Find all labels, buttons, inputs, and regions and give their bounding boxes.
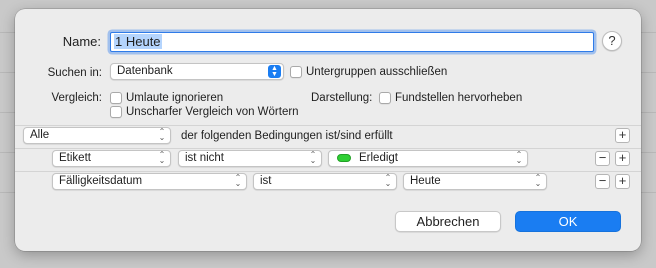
condition-field-popup[interactable]: Fälligkeitsdatum ⌃ ⌄ xyxy=(52,173,247,190)
add-condition-button[interactable]: + xyxy=(615,174,630,189)
chevron-updown-icon: ⌃ ⌄ xyxy=(534,173,542,188)
name-label: Name: xyxy=(62,34,101,49)
condition-field-value: Fälligkeitsdatum xyxy=(59,175,143,187)
chevron-updown-icon: ⌃ ⌄ xyxy=(384,173,392,188)
condition-value-popup[interactable]: Erledigt ⌃ ⌄ xyxy=(328,150,528,167)
condition-operator-popup[interactable]: ist nicht ⌃ ⌄ xyxy=(178,150,322,167)
condition-field-value: Etikett xyxy=(59,152,91,164)
condition-operator-value: ist xyxy=(260,175,272,187)
highlight-occurrences-checkbox[interactable] xyxy=(379,92,391,104)
match-mode-text: der folgenden Bedingungen ist/sind erfül… xyxy=(181,130,393,142)
smart-group-dialog: Name: 1 Heute ? Suchen in: Datenbank ▲ ▼ … xyxy=(15,9,641,251)
add-condition-button[interactable]: + xyxy=(615,128,630,143)
remove-condition-button[interactable]: − xyxy=(595,151,610,166)
exclude-subgroups-checkbox[interactable] xyxy=(290,66,302,78)
fuzzy-compare-label: Unscharfer Vergleich von Wörtern xyxy=(126,106,299,118)
exclude-subgroups-label: Untergruppen ausschließen xyxy=(306,66,448,78)
cancel-button[interactable]: Abbrechen xyxy=(395,211,501,232)
search-in-label: Suchen in: xyxy=(47,67,102,79)
highlight-occurrences-label: Fundstellen hervorheben xyxy=(395,92,523,104)
search-in-popup[interactable]: Datenbank ▲ ▼ xyxy=(110,63,284,80)
chevron-updown-icon: ⌃ ⌄ xyxy=(158,127,166,142)
chevron-updown-icon: ⌃ ⌄ xyxy=(234,173,242,188)
chevron-updown-icon: ⌃ ⌄ xyxy=(309,150,317,165)
ignore-umlauts-label: Umlaute ignorieren xyxy=(126,92,224,104)
display-label: Darstellung: xyxy=(311,92,373,104)
ok-button[interactable]: OK xyxy=(515,211,621,232)
row-divider xyxy=(15,171,641,172)
name-input[interactable]: 1 Heute xyxy=(110,32,594,52)
row-divider xyxy=(15,148,641,149)
search-in-value: Datenbank xyxy=(117,65,173,77)
match-mode-popup[interactable]: Alle ⌃ ⌄ xyxy=(23,127,171,144)
compare-label: Vergleich: xyxy=(51,92,102,104)
name-input-value: 1 Heute xyxy=(114,34,162,49)
fuzzy-compare-checkbox[interactable] xyxy=(110,106,122,118)
condition-operator-popup[interactable]: ist ⌃ ⌄ xyxy=(253,173,397,190)
condition-value: Erledigt xyxy=(359,152,398,164)
condition-operator-value: ist nicht xyxy=(185,152,224,164)
condition-field-popup[interactable]: Etikett ⌃ ⌄ xyxy=(52,150,171,167)
match-mode-value: Alle xyxy=(30,129,50,141)
popup-stepper-icon: ▲ ▼ xyxy=(268,65,281,78)
condition-value: Heute xyxy=(410,175,441,187)
help-button[interactable]: ? xyxy=(602,31,622,51)
remove-condition-button[interactable]: − xyxy=(595,174,610,189)
chevron-updown-icon: ⌃ ⌄ xyxy=(515,150,523,165)
add-condition-button[interactable]: + xyxy=(615,151,630,166)
ignore-umlauts-checkbox[interactable] xyxy=(110,92,122,104)
chevron-updown-icon: ⌃ ⌄ xyxy=(158,150,166,165)
conditions-divider xyxy=(15,125,641,126)
condition-value-popup[interactable]: Heute ⌃ ⌄ xyxy=(403,173,547,190)
label-color-swatch xyxy=(337,154,351,162)
